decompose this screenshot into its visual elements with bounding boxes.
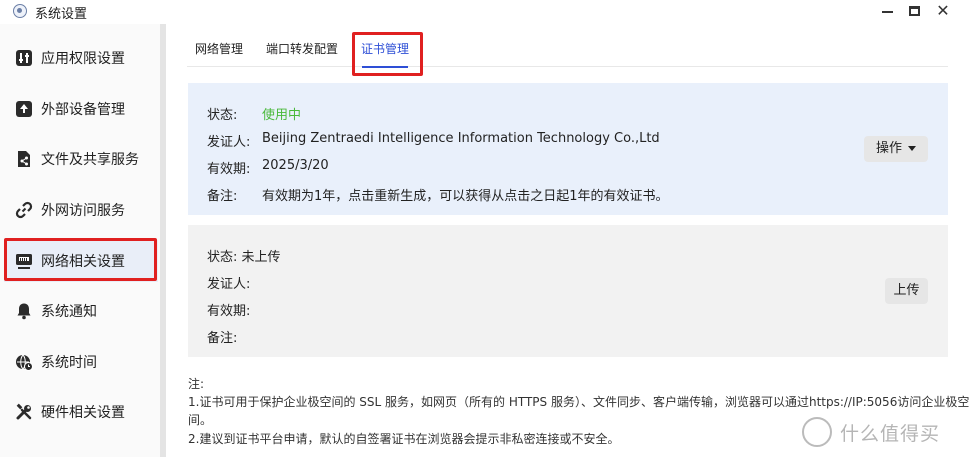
tab-network-management[interactable]: 网络管理 bbox=[195, 40, 243, 57]
sidebar-item-label: 应用权限设置 bbox=[41, 51, 125, 67]
certificate-card-upload: 状态: 未上传 发证人: 有效期: 备注: 上传 bbox=[188, 225, 948, 357]
cert-remark-value: 有效期为1年，点击重新生成，可以获得从点击之日起1年的有效证书。 bbox=[262, 189, 669, 204]
window-title: 系统设置 bbox=[35, 7, 88, 22]
upload-button-label: 上传 bbox=[893, 283, 920, 298]
sidebar-item-hardware[interactable]: 硬件相关设置 bbox=[4, 391, 158, 433]
close-button[interactable]: ✕ bbox=[932, 1, 954, 21]
cert-issuer-value: Beijing Zentraedi Intelligence Informati… bbox=[262, 131, 660, 146]
notes-heading: 注: bbox=[188, 377, 205, 391]
upload-remark-label: 备注: bbox=[207, 331, 238, 346]
title-bar: 系统设置 ✕ bbox=[0, 0, 969, 24]
external-access-icon bbox=[15, 201, 33, 219]
upload-issuer-label: 发证人: bbox=[207, 277, 251, 292]
sidebar-item-external-access[interactable]: 外网访问服务 bbox=[4, 189, 158, 231]
app-permission-icon bbox=[16, 50, 32, 66]
sidebar-item-label: 系统通知 bbox=[41, 304, 97, 320]
actions-button-label: 操作 bbox=[875, 141, 902, 156]
sidebar-item-notifications[interactable]: 系统通知 bbox=[4, 290, 158, 332]
minimize-icon bbox=[881, 11, 893, 13]
sidebar-item-label: 硬件相关设置 bbox=[41, 405, 125, 421]
certificate-card-active: 状态: 使用中 发证人: Beijing Zentraedi Intellige… bbox=[188, 83, 948, 215]
caret-down-icon bbox=[908, 146, 916, 151]
file-share-icon bbox=[18, 151, 30, 167]
sidebar-item-external-devices[interactable]: 外部设备管理 bbox=[4, 88, 158, 130]
tools-icon bbox=[16, 403, 32, 420]
cert-validity-label: 有效期: bbox=[207, 162, 251, 177]
minimize-button[interactable] bbox=[876, 1, 898, 21]
maximize-icon bbox=[908, 6, 920, 16]
sidebar-item-system-time[interactable]: 系统时间 bbox=[4, 341, 158, 383]
highlight-outline-sidebar bbox=[4, 238, 157, 281]
sidebar-item-label: 文件及共享服务 bbox=[41, 152, 139, 168]
close-icon: ✕ bbox=[936, 1, 950, 20]
notes-line-1: 1.证书可用于保护企业极空间的 SSL 服务，如网页（所有的 HTTPS 服务）… bbox=[188, 395, 969, 409]
sidebar-item-label: 系统时间 bbox=[41, 355, 97, 371]
sidebar-item-label: 外部设备管理 bbox=[41, 102, 125, 118]
tab-port-forwarding[interactable]: 端口转发配置 bbox=[266, 40, 338, 57]
globe-clock-icon bbox=[16, 354, 33, 371]
highlight-outline-tab bbox=[352, 32, 423, 76]
external-device-icon bbox=[16, 101, 32, 117]
watermark-logo-icon bbox=[802, 417, 832, 447]
sidebar-item-file-share[interactable]: 文件及共享服务 bbox=[4, 138, 158, 180]
maximize-button[interactable] bbox=[903, 1, 925, 21]
sidebar-item-label: 外网访问服务 bbox=[41, 203, 125, 219]
cert-status-value: 使用中 bbox=[262, 108, 302, 123]
sidebar-divider bbox=[160, 24, 166, 457]
watermark-text: 什么值得买 bbox=[840, 423, 941, 445]
notes-line-2: 2.建议到证书平台申请，默认的自签署证书在浏览器会提示非私密连接或不安全。 bbox=[188, 432, 620, 446]
cert-remark-label: 备注: bbox=[207, 189, 238, 204]
cert-issuer-label: 发证人: bbox=[207, 135, 251, 150]
upload-status-text: 状态: 未上传 bbox=[207, 250, 281, 265]
tab-divider bbox=[187, 66, 948, 67]
bell-icon bbox=[17, 303, 31, 320]
sidebar-item-app-permissions[interactable]: 应用权限设置 bbox=[4, 37, 158, 79]
actions-dropdown-button[interactable]: 操作 bbox=[864, 136, 928, 162]
cert-validity-value: 2025/3/20 bbox=[262, 158, 329, 173]
notes-line-1-continued: 间。 bbox=[188, 413, 213, 427]
settings-app-icon bbox=[13, 4, 27, 18]
upload-button[interactable]: 上传 bbox=[885, 278, 928, 304]
cert-status-label: 状态: bbox=[207, 108, 238, 123]
upload-validity-label: 有效期: bbox=[207, 304, 251, 319]
